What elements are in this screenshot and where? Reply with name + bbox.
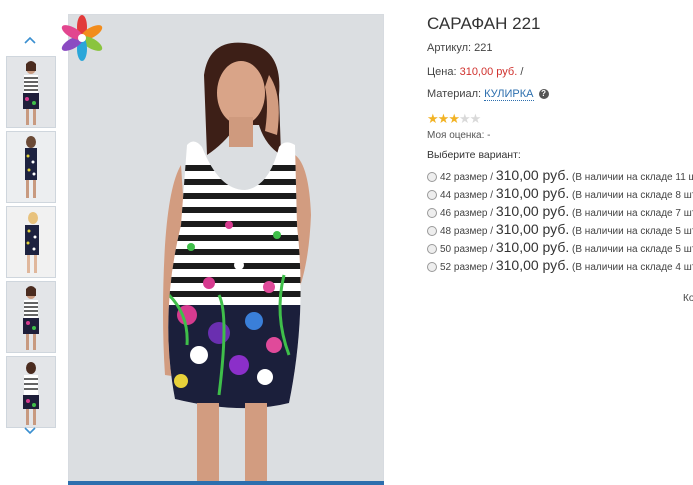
variant-size: 52 размер / (440, 262, 494, 273)
variant-radio[interactable] (427, 262, 437, 273)
material-label: Материал: (427, 88, 482, 100)
thumbnail-image (7, 132, 55, 202)
variant-price: 310,00 руб. (495, 221, 570, 237)
thumbnail-2[interactable] (6, 131, 56, 203)
variant-option[interactable]: 48 размер / 310,00 руб. (В наличии на ск… (427, 221, 693, 237)
thumbnails-down-arrow[interactable] (22, 424, 38, 436)
sku-value: 221 (474, 42, 493, 54)
variant-stock: (В наличии на складе 5 шт.) (572, 226, 693, 237)
my-rating: Моя оценка: - (427, 130, 491, 141)
variant-price: 310,00 руб. (495, 167, 570, 183)
photo-bottom-bar (68, 481, 384, 485)
thumbnail-image (7, 57, 55, 127)
variant-stock: (В наличии на складе 11 шт.) (572, 172, 693, 183)
variant-price: 310,00 руб. (495, 257, 570, 273)
chevron-up-icon (24, 36, 36, 44)
variant-size: 48 размер / (440, 226, 494, 237)
star-icon[interactable]: ★ (470, 111, 482, 126)
variant-radio[interactable] (427, 172, 437, 183)
thumbnails-up-arrow[interactable] (22, 34, 38, 46)
star-icon[interactable]: ★ (427, 111, 439, 126)
variant-option[interactable]: 42 размер / 310,00 руб. (В наличии на ск… (427, 167, 693, 183)
variant-option[interactable]: 44 размер / 310,00 руб. (В наличии на ск… (427, 185, 693, 201)
price-row: Цена: 310,00 руб. / (427, 66, 523, 78)
variant-radio[interactable] (427, 244, 437, 255)
star-icon[interactable]: ★ (438, 111, 450, 126)
thumbnail-strip (0, 0, 60, 485)
star-icon[interactable]: ★ (459, 111, 471, 126)
rating-stars[interactable]: ★★★★★ (427, 111, 482, 127)
thumbnail-1[interactable] (6, 56, 56, 128)
variant-size: 46 размер / (440, 208, 494, 219)
product-title: САРАФАН 221 (427, 14, 541, 33)
variant-stock: (В наличии на складе 7 шт.) (572, 208, 693, 219)
thumbnail-4[interactable] (6, 281, 56, 353)
variant-price: 310,00 руб. (495, 203, 570, 219)
variant-size: 42 размер / (440, 172, 494, 183)
material-row: Материал: КУЛИРКА ? (427, 88, 549, 101)
variant-option[interactable]: 46 размер / 310,00 руб. (В наличии на ск… (427, 203, 693, 219)
variant-stock: (В наличии на складе 5 шт.) (572, 244, 693, 255)
variant-price: 310,00 руб. (495, 185, 570, 201)
price-label: Цена: (427, 66, 457, 78)
price-suffix: / (520, 66, 524, 78)
variant-price: 310,00 руб. (495, 239, 570, 255)
thumbnail-3[interactable] (6, 206, 56, 278)
variant-stock: (В наличии на складе 4 шт.) (572, 262, 693, 273)
variant-size: 50 размер / (440, 244, 494, 255)
main-product-photo[interactable] (68, 14, 384, 484)
variant-option[interactable]: 52 размер / 310,00 руб. (В наличии на ск… (427, 257, 693, 273)
side-cutoff-text: Ко (683, 293, 693, 304)
sku-label: Артикул: (427, 42, 472, 54)
sku-row: Артикул: 221 (427, 42, 493, 54)
variant-radio[interactable] (427, 208, 437, 219)
product-image (69, 15, 383, 483)
thumbnail-5[interactable] (6, 356, 56, 428)
star-icon[interactable]: ★ (448, 111, 460, 126)
logo-flower-icon (61, 15, 103, 61)
thumbnail-image (7, 207, 55, 277)
chevron-down-icon (24, 427, 36, 435)
price-value: 310,00 руб. (459, 66, 518, 78)
thumbnail-image (7, 357, 55, 427)
question-icon[interactable]: ? (538, 89, 549, 100)
choose-variant-label: Выберите вариант: (427, 149, 521, 161)
material-link[interactable]: КУЛИРКА (484, 88, 534, 101)
variant-radio[interactable] (427, 190, 437, 201)
variant-stock: (В наличии на складе 8 шт.) (572, 190, 693, 201)
thumbnail-image (7, 282, 55, 352)
variant-radio[interactable] (427, 226, 437, 237)
variant-option[interactable]: 50 размер / 310,00 руб. (В наличии на ск… (427, 239, 693, 255)
variant-size: 44 размер / (440, 190, 494, 201)
